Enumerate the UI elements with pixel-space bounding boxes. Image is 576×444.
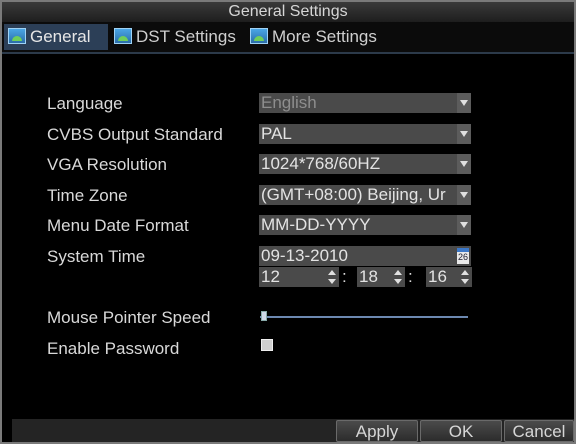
hour-stepper[interactable]: 12 <box>259 267 339 287</box>
enable-password-checkbox[interactable] <box>261 339 273 351</box>
date-format-label: Menu Date Format <box>47 216 189 235</box>
settings-window: General Settings General DST Settings Mo… <box>0 0 576 444</box>
mouse-speed-slider-thumb[interactable] <box>261 311 267 321</box>
timezone-select[interactable]: (GMT+08:00) Beijing, Ur <box>259 185 471 205</box>
ok-button[interactable]: OK <box>420 420 502 442</box>
date-format-value: MM-DD-YYYY <box>261 215 371 234</box>
tab-bar: General DST Settings More Settings <box>2 22 574 54</box>
landscape-icon <box>250 28 268 44</box>
cvbs-label: CVBS Output Standard <box>47 125 223 144</box>
landscape-icon <box>8 28 26 44</box>
second-stepper[interactable]: 16 <box>426 267 472 287</box>
chevron-down-icon[interactable] <box>457 185 471 205</box>
tab-dst-settings[interactable]: DST Settings <box>110 24 244 50</box>
minute-value: 18 <box>359 267 378 286</box>
vga-label: VGA Resolution <box>47 155 168 174</box>
language-label: Language <box>47 94 123 113</box>
tab-label: More Settings <box>272 27 377 46</box>
tab-more-settings[interactable]: More Settings <box>246 24 386 50</box>
spin-arrows-icon[interactable] <box>393 269 403 285</box>
window-title: General Settings <box>2 2 574 22</box>
mouse-speed-slider-track[interactable] <box>260 316 468 318</box>
tab-label: General <box>30 27 91 46</box>
date-format-select[interactable]: MM-DD-YYYY <box>259 215 471 235</box>
cvbs-select[interactable]: PAL <box>259 124 471 144</box>
calendar-icon[interactable]: 26 <box>457 248 469 264</box>
landscape-icon <box>114 28 132 44</box>
cancel-button[interactable]: Cancel <box>504 420 574 442</box>
tab-general[interactable]: General <box>4 24 108 50</box>
chevron-down-icon[interactable] <box>457 154 471 174</box>
timezone-label: Time Zone <box>47 186 128 205</box>
spin-arrows-icon[interactable] <box>327 269 337 285</box>
spin-arrows-icon[interactable] <box>460 269 470 285</box>
time-separator: : <box>408 267 413 286</box>
vga-resolution-select[interactable]: 1024*768/60HZ <box>259 154 471 174</box>
system-time-label: System Time <box>47 247 146 266</box>
apply-button[interactable]: Apply <box>336 420 418 442</box>
calendar-day: 26 <box>457 252 468 262</box>
enable-password-label: Enable Password <box>47 339 180 358</box>
system-date-value: 09-13-2010 <box>261 246 348 265</box>
tab-label: DST Settings <box>136 27 236 46</box>
language-value: English <box>261 93 317 112</box>
hour-value: 12 <box>261 267 280 286</box>
mouse-speed-label: Mouse Pointer Speed <box>47 308 211 327</box>
minute-stepper[interactable]: 18 <box>357 267 405 287</box>
chevron-down-icon[interactable] <box>457 93 471 113</box>
time-separator: : <box>342 267 347 286</box>
system-date-field[interactable]: 09-13-2010 26 <box>259 246 471 266</box>
timezone-value: (GMT+08:00) Beijing, Ur <box>261 185 446 204</box>
language-select[interactable]: English <box>259 93 471 113</box>
cvbs-value: PAL <box>261 124 292 143</box>
chevron-down-icon[interactable] <box>457 215 471 235</box>
chevron-down-icon[interactable] <box>457 124 471 144</box>
vga-value: 1024*768/60HZ <box>261 154 381 173</box>
second-value: 16 <box>428 267 447 286</box>
